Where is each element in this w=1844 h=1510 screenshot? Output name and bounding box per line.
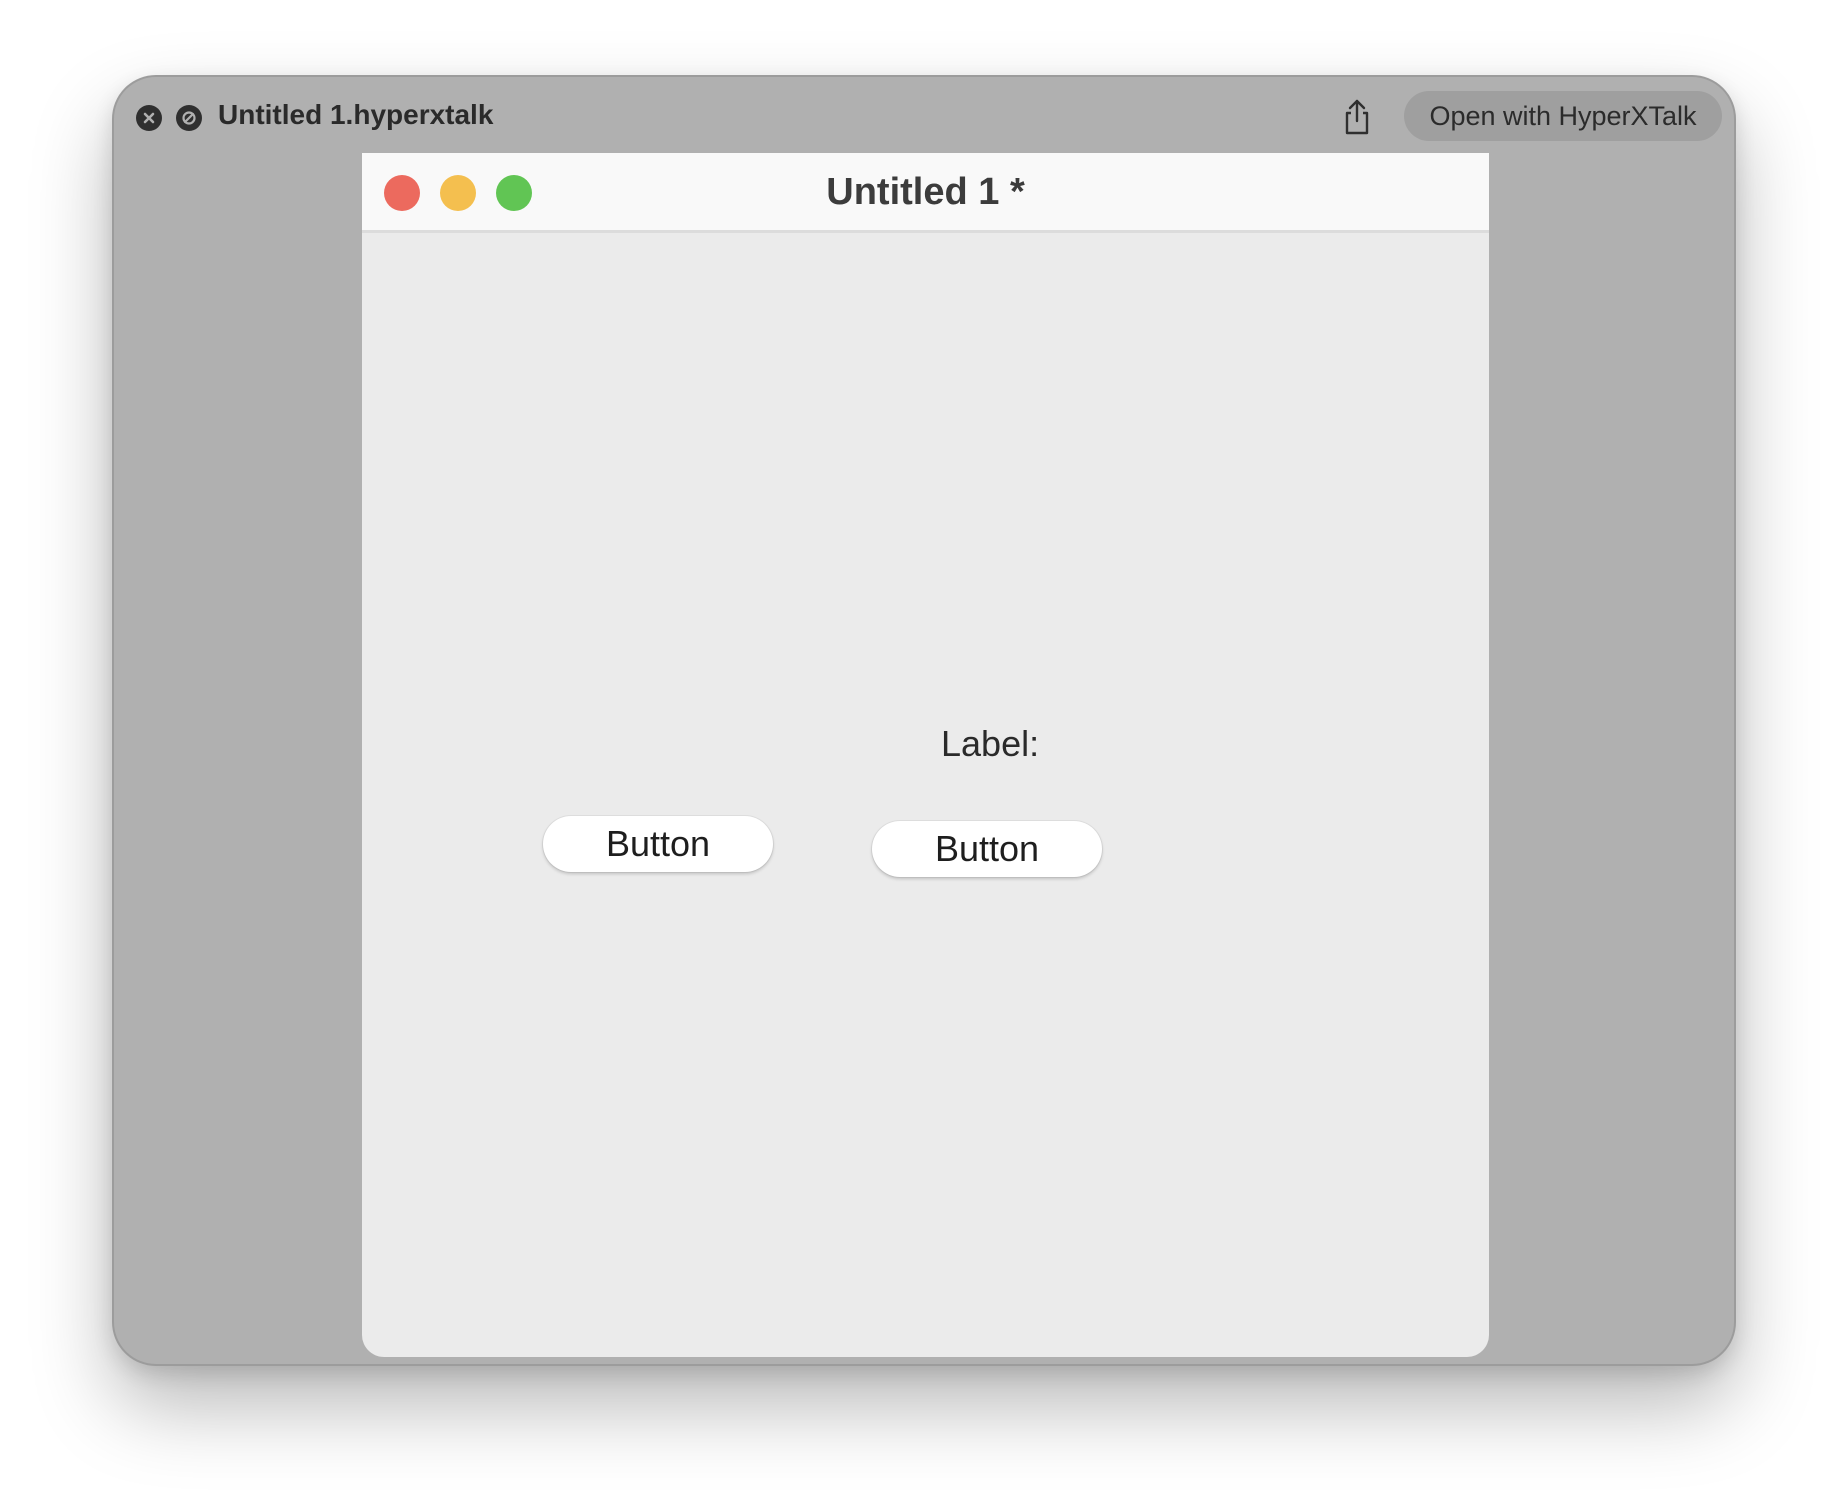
canvas-button-2[interactable]: Button xyxy=(872,821,1102,877)
canvas-label: Label: xyxy=(941,723,1040,764)
quicklook-file-title: Untitled 1.hyperxtalk xyxy=(218,99,494,130)
window-title: Untitled 1 * xyxy=(826,171,1025,213)
canvas-button-1[interactable]: Button xyxy=(543,816,773,872)
close-circle-icon[interactable] xyxy=(136,105,162,131)
quicklook-panel: Untitled 1.hyperxtalk Open with HyperXTa… xyxy=(112,75,1736,1366)
app-window: Untitled 1 * Label: Button Button xyxy=(362,153,1489,1357)
app-titlebar: Untitled 1 * xyxy=(362,153,1489,233)
open-with-app-button[interactable]: Open with HyperXTalk xyxy=(1404,91,1722,141)
block-circle-icon[interactable] xyxy=(176,105,202,131)
quicklook-header: Untitled 1.hyperxtalk Open with HyperXTa… xyxy=(114,77,1734,155)
share-icon[interactable] xyxy=(1339,97,1375,137)
